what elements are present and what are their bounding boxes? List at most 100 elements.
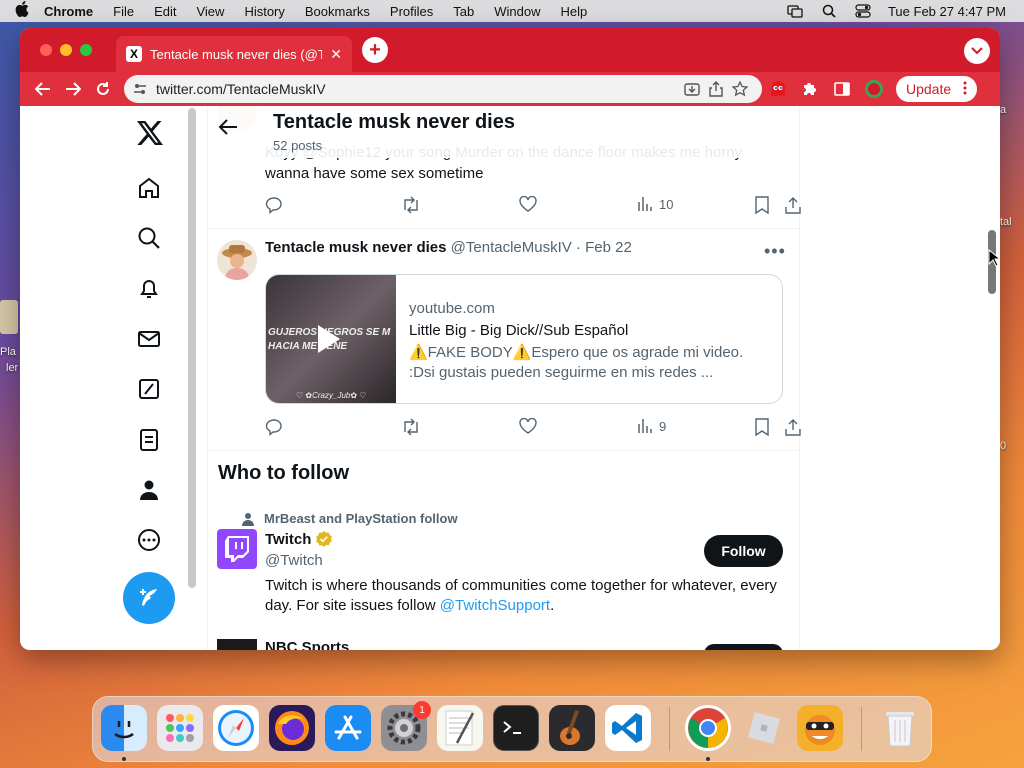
- kebab-menu-icon[interactable]: [963, 81, 967, 98]
- dock-separator: [861, 707, 862, 751]
- menu-help[interactable]: Help: [561, 4, 588, 19]
- update-button[interactable]: Update: [896, 76, 978, 102]
- person-icon: [242, 512, 254, 526]
- url-text[interactable]: twitter.com/TentacleMuskIV: [156, 81, 680, 97]
- terminal-icon[interactable]: [493, 705, 539, 751]
- desktop-label: tal: [1000, 216, 1012, 228]
- share-post-icon[interactable]: [785, 418, 801, 436]
- garageband-icon[interactable]: [549, 705, 595, 751]
- firefox-icon[interactable]: [269, 705, 315, 751]
- screen-mirroring-icon[interactable]: [786, 4, 804, 18]
- menu-profiles[interactable]: Profiles: [390, 4, 433, 19]
- menu-tab[interactable]: Tab: [453, 4, 474, 19]
- menu-bookmarks[interactable]: Bookmarks: [305, 4, 370, 19]
- close-window-button[interactable]: [40, 44, 52, 56]
- launchpad-icon[interactable]: [157, 705, 203, 751]
- compose-post-button[interactable]: [123, 572, 175, 624]
- menu-history[interactable]: History: [244, 4, 284, 19]
- tab-search-chevron-icon[interactable]: [964, 38, 990, 64]
- menu-edit[interactable]: Edit: [154, 4, 176, 19]
- follow-button[interactable]: [704, 644, 783, 650]
- page-scrollbar-left[interactable]: [188, 108, 196, 588]
- profile-avatar-icon[interactable]: [858, 79, 890, 99]
- notifications-bell-icon[interactable]: [133, 272, 165, 304]
- twitch-avatar[interactable]: [217, 529, 257, 569]
- play-icon[interactable]: [318, 325, 340, 353]
- site-info-icon[interactable]: [134, 83, 148, 95]
- menu-file[interactable]: File: [113, 4, 134, 19]
- finder-icon[interactable]: [101, 705, 147, 751]
- spotlight-search-icon[interactable]: [820, 4, 838, 18]
- back-arrow-icon[interactable]: [218, 118, 240, 140]
- lists-icon[interactable]: [133, 424, 165, 456]
- system-settings-icon[interactable]: 1: [381, 701, 431, 751]
- desktop-label: Pla: [0, 346, 16, 358]
- apple-menu-icon[interactable]: [0, 1, 44, 21]
- author-handle-date[interactable]: @TentacleMuskIV · Feb 22: [451, 239, 632, 256]
- bookmark-icon[interactable]: [755, 418, 769, 436]
- forward-arrow-icon[interactable]: [58, 75, 88, 103]
- new-tab-button[interactable]: +: [362, 37, 388, 63]
- tweet-text-line: wanna have some sex sometime: [265, 165, 484, 182]
- menu-app-name[interactable]: Chrome: [44, 4, 93, 19]
- grok-slash-icon[interactable]: [133, 373, 165, 405]
- chrome-icon[interactable]: [685, 705, 731, 751]
- account-name[interactable]: NBC Sports: [265, 639, 349, 650]
- link-preview-card[interactable]: GUJEROS NEGROS SE M HACIA ME PENE ♡ ✿Cra…: [265, 274, 783, 404]
- game-icon[interactable]: [797, 705, 843, 751]
- side-panel-icon[interactable]: [826, 82, 858, 96]
- repost-icon[interactable]: [401, 196, 421, 214]
- back-arrow-icon[interactable]: [28, 75, 58, 103]
- reply-icon[interactable]: [265, 418, 283, 436]
- control-center-icon[interactable]: [854, 4, 872, 18]
- extensions-puzzle-icon[interactable]: [794, 81, 826, 97]
- share-post-icon[interactable]: [785, 196, 801, 214]
- app-store-icon[interactable]: [325, 705, 371, 751]
- account-name[interactable]: Twitch: [265, 530, 333, 548]
- roblox-icon[interactable]: [741, 705, 787, 751]
- desktop-icon[interactable]: [0, 300, 18, 334]
- video-thumbnail[interactable]: GUJEROS NEGROS SE M HACIA ME PENE ♡ ✿Cra…: [266, 275, 396, 403]
- account-handle[interactable]: @Twitch: [265, 552, 323, 569]
- reply-icon[interactable]: [265, 196, 283, 214]
- textedit-icon[interactable]: [437, 705, 483, 751]
- bio-mention-link[interactable]: @TwitchSupport: [440, 597, 550, 614]
- reload-icon[interactable]: [88, 75, 118, 103]
- menu-window[interactable]: Window: [494, 4, 540, 19]
- tweet-author: Tentacle musk never dies @TentacleMuskIV…: [265, 239, 632, 256]
- card-body: youtube.com Little Big - Big Dick//Sub E…: [396, 275, 755, 403]
- tab-active[interactable]: X Tentacle musk never dies (@Te ✕: [116, 36, 352, 72]
- like-heart-icon[interactable]: [519, 196, 537, 212]
- x-logo-icon[interactable]: [134, 117, 166, 149]
- views-bar-icon: [638, 197, 652, 211]
- tab-close-icon[interactable]: ✕: [330, 46, 342, 63]
- author-display-name[interactable]: Tentacle musk never dies: [265, 239, 446, 256]
- home-icon[interactable]: [133, 172, 165, 204]
- messages-envelope-icon[interactable]: [133, 323, 165, 355]
- menubar-clock[interactable]: Tue Feb 27 4:47 PM: [888, 4, 1006, 19]
- views-button[interactable]: 9: [637, 418, 666, 434]
- views-button[interactable]: 10: [637, 196, 673, 212]
- trash-icon[interactable]: [877, 705, 923, 751]
- vscode-icon[interactable]: [605, 705, 651, 751]
- address-bar[interactable]: twitter.com/TentacleMuskIV: [124, 75, 762, 103]
- safari-icon[interactable]: [213, 705, 259, 751]
- minimize-window-button[interactable]: [60, 44, 72, 56]
- ghost-extension-icon[interactable]: [762, 81, 794, 97]
- more-options-icon[interactable]: •••: [764, 241, 786, 262]
- menu-view[interactable]: View: [196, 4, 224, 19]
- share-icon[interactable]: [704, 81, 728, 97]
- more-circle-icon[interactable]: [133, 524, 165, 556]
- explore-search-icon[interactable]: [133, 222, 165, 254]
- install-app-icon[interactable]: [680, 81, 704, 97]
- bookmark-icon[interactable]: [755, 196, 769, 214]
- tweet-avatar[interactable]: [217, 240, 257, 280]
- zoom-window-button[interactable]: [80, 44, 92, 56]
- follow-button[interactable]: Follow: [704, 535, 783, 567]
- profile-person-icon[interactable]: [133, 474, 165, 506]
- nbc-sports-avatar[interactable]: [217, 639, 257, 650]
- account-bio: Twitch is where thousands of communities…: [265, 576, 785, 616]
- repost-icon[interactable]: [401, 418, 421, 436]
- bookmark-star-icon[interactable]: [728, 81, 752, 97]
- like-heart-icon[interactable]: [519, 418, 537, 434]
